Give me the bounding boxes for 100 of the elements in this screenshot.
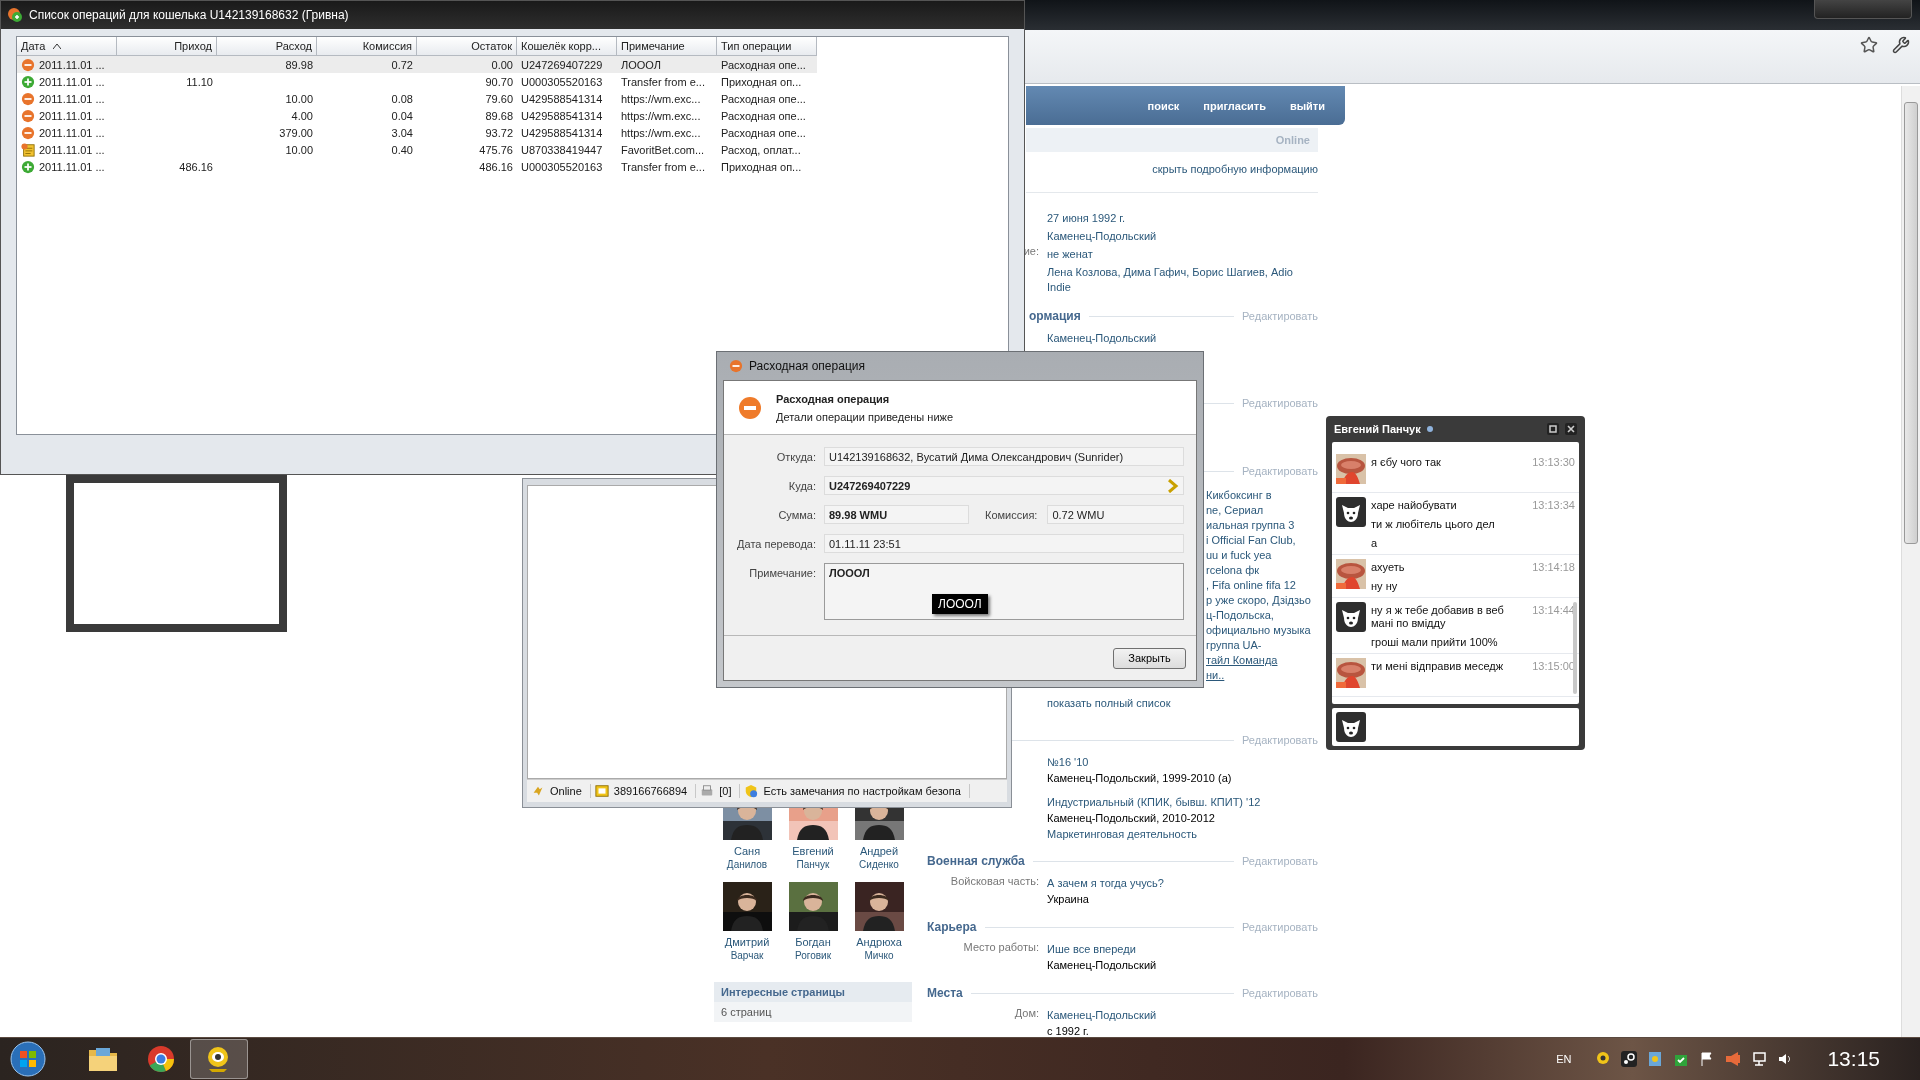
show-all-link[interactable]: показать полный список xyxy=(1047,695,1318,711)
info-link[interactable]: Каменец-Подольский xyxy=(1047,227,1318,245)
table-row[interactable]: 2011.11.01 ... 379.00 3.04 93.72 U429588541314 https://wm.exc... Расходная опе... xyxy=(17,124,817,141)
info-label: Дом: xyxy=(1013,1007,1040,1021)
table-cell: 11.10 xyxy=(186,75,213,88)
fee-field: 0.72 WMU xyxy=(1047,505,1184,524)
message-input[interactable] xyxy=(1332,708,1579,746)
restore-icon[interactable] xyxy=(1547,423,1559,435)
interest-link[interactable]: р уже скоро, Дзідзьо xyxy=(1206,593,1318,608)
scrollbar[interactable] xyxy=(1573,602,1577,694)
info-link[interactable]: №16 '10 xyxy=(1047,754,1318,770)
info-link[interactable]: Ише все впереди xyxy=(1047,941,1318,957)
info-link[interactable]: А зачем я тогда учусь? xyxy=(1047,875,1318,891)
clock: 13:15 xyxy=(1827,1047,1880,1071)
scrollbar[interactable] xyxy=(1901,86,1920,1038)
nav-link[interactable]: поиск xyxy=(1147,99,1180,112)
interest-link[interactable]: тайл Команда xyxy=(1206,653,1318,668)
table-cell: 2011.11.01 ... xyxy=(39,160,105,173)
table-row[interactable]: 2011.11.01 ... 486.16 486.16 U000305520163 Transfer from e... Приходная оп... xyxy=(17,158,817,175)
table-cell: 90.70 xyxy=(485,75,513,88)
friend-surname[interactable]: Роговик xyxy=(794,949,832,963)
friend-name[interactable]: Евгений xyxy=(792,844,834,858)
info-link[interactable]: не женат xyxy=(1047,245,1318,263)
friend-surname[interactable]: Сиденко xyxy=(859,858,899,872)
info-link[interactable]: Каменец-Подольский xyxy=(1047,329,1318,347)
status-text: Есть замечания по настройкам безопа xyxy=(763,785,961,797)
table-cell: 0.04 xyxy=(391,109,413,122)
info-link[interactable]: Индустриальный (КПИК, бывш. КПИТ) '12 xyxy=(1047,794,1318,810)
column-header[interactable]: Примечание xyxy=(617,37,717,56)
info-link[interactable]: 27 июня 1992 г. xyxy=(1047,209,1318,227)
friend-surname[interactable]: Данилов xyxy=(726,858,768,872)
section-title: Военная служба xyxy=(927,854,1025,868)
interest-link[interactable]: официально музыка xyxy=(1206,623,1318,638)
nav-link[interactable]: пригласить xyxy=(1203,99,1266,112)
table-cell: U429588541314 xyxy=(521,126,603,139)
friend-surname[interactable]: Варчак xyxy=(730,949,764,963)
taskbar-app[interactable] xyxy=(190,1039,248,1079)
plus-circle-icon xyxy=(21,159,35,174)
language-indicator[interactable]: EN xyxy=(1556,1053,1572,1065)
column-header[interactable]: Кошелёк корр... xyxy=(517,37,617,56)
info-link[interactable]: Маркетинговая деятельность xyxy=(1047,826,1318,842)
message-text: ти мені відправив меседж xyxy=(1371,660,1505,673)
column-header[interactable]: Комиссия xyxy=(317,37,417,56)
friend-name[interactable]: Андрей xyxy=(859,844,899,858)
table-row[interactable]: 2011.11.01 ... 4.00 0.04 89.68 U429588541314 https://wm.exc... Расходная опе... xyxy=(17,107,817,124)
settings-icon[interactable] xyxy=(1892,36,1910,54)
table-cell: Расходная опе... xyxy=(721,58,806,71)
close-button[interactable]: Закрыть xyxy=(1113,647,1186,669)
interest-link[interactable]: группа UA- xyxy=(1206,638,1318,653)
info-link[interactable]: Indie xyxy=(1047,280,1318,295)
bookmark-star-icon[interactable] xyxy=(1860,36,1878,54)
tray-app-icon xyxy=(1595,1051,1612,1067)
column-header[interactable]: Расход xyxy=(217,37,317,56)
pages-title: Интересные страницы xyxy=(721,986,845,998)
message-text: ти ж любітель цього дел xyxy=(1371,518,1496,531)
chat-title: Евгений Панчук xyxy=(1334,423,1421,435)
message-text: ну я ж тебе добавив в веб мані по вмідду xyxy=(1371,604,1505,630)
column-header[interactable]: Остаток xyxy=(417,37,517,56)
message-time: 13:13:34 xyxy=(1532,498,1575,513)
column-header[interactable]: Дата xyxy=(17,37,117,56)
message-text: гроші мали прийти 100% xyxy=(1371,636,1499,649)
table-cell: https://wm.exc... xyxy=(621,109,701,122)
nav-link[interactable]: выйти xyxy=(1289,99,1325,112)
interest-link[interactable]: иальная группа 3 xyxy=(1206,518,1318,533)
interest-link[interactable]: ц-Подольска, xyxy=(1206,608,1318,623)
table-cell: Расходная опе... xyxy=(721,92,806,105)
dialog-subheading: Детали операции приведены ниже xyxy=(776,410,953,423)
interest-link[interactable]: , Fifa online fifa 12 xyxy=(1206,578,1318,593)
column-header[interactable]: Приход xyxy=(117,37,217,56)
table-row[interactable]: 2011.11.01 ... 11.10 90.70 U000305520163 Transfer from e... Приходная оп... xyxy=(17,73,817,90)
column-header[interactable]: Тип операции xyxy=(717,37,817,56)
table-cell: U000305520163 xyxy=(521,75,603,88)
interest-link[interactable]: rcelona фк xyxy=(1206,563,1318,578)
hide-details-link[interactable]: скрыть подробную информацию xyxy=(1152,163,1318,175)
interest-link[interactable]: i Official Fan Club, xyxy=(1206,533,1318,548)
close-icon[interactable] xyxy=(1565,423,1577,435)
friend-name[interactable]: Дмитрий xyxy=(724,935,770,949)
start-button[interactable] xyxy=(10,1041,46,1077)
table-cell: Расходная опе... xyxy=(721,109,806,122)
interest-link[interactable]: uu и fuck yea xyxy=(1206,548,1318,563)
interest-link[interactable]: ни.. xyxy=(1206,668,1318,683)
minus-circle-icon xyxy=(729,359,743,373)
friend-name[interactable]: Богдан xyxy=(795,935,831,949)
table-cell: ЛОООЛ xyxy=(621,58,661,71)
info-link[interactable]: Каменец-Подольский xyxy=(1047,1007,1318,1023)
interest-link[interactable]: Кикбоксинг в xyxy=(1206,488,1318,503)
interest-link[interactable]: ne, Сериал xyxy=(1206,503,1318,518)
info-link[interactable]: Лена Козлова, Дима Гафич, Борис Шагиев, Adio xyxy=(1047,265,1318,280)
table-row[interactable]: 2011.11.01 ... 10.00 0.40 475.76 U870338419447 FavoritBet.com... Расход, оплат... xyxy=(17,141,817,158)
table-cell: 2011.11.01 ... xyxy=(39,126,105,139)
message-time: 13:14:44 xyxy=(1532,603,1575,618)
friend-name[interactable]: Саня xyxy=(733,844,761,858)
table-row[interactable]: 2011.11.01 ... 89.98 0.72 0.00 U247269407229 ЛОООЛ Расходная опе... xyxy=(17,56,817,73)
friend-surname[interactable]: Мичко xyxy=(864,949,894,963)
friend-name[interactable]: Андрюха xyxy=(856,935,902,949)
table-cell: 2011.11.01 ... xyxy=(39,143,105,156)
table-row[interactable]: 2011.11.01 ... 10.00 0.08 79.60 U429588541314 https://wm.exc... Расходная опе... xyxy=(17,90,817,107)
friend-surname[interactable]: Панчук xyxy=(796,858,830,872)
table-cell: 0.72 xyxy=(391,58,413,71)
online-dot-icon xyxy=(1426,426,1433,432)
